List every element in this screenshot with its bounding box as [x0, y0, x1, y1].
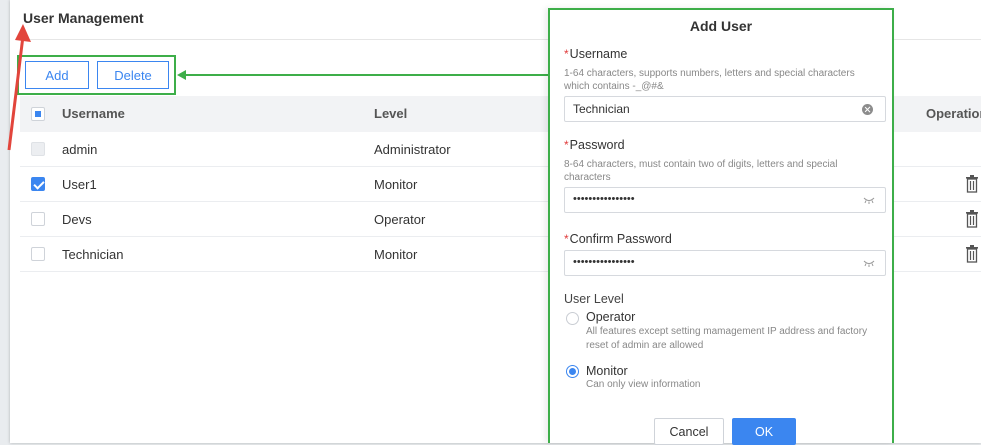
- column-header-operations: Operations: [926, 106, 981, 121]
- add-button[interactable]: Add: [25, 61, 89, 89]
- row-checkbox[interactable]: [31, 177, 45, 191]
- row-level: Monitor: [374, 177, 418, 192]
- password-value: ••••••••••••••••: [573, 193, 635, 205]
- row-username: admin: [62, 142, 98, 157]
- delete-button[interactable]: Delete: [97, 61, 169, 89]
- required-mark: *: [564, 47, 569, 61]
- dialog-title: Add User: [689, 18, 753, 34]
- monitor-option-desc: Can only view information: [586, 379, 701, 390]
- page-title: User Management: [23, 10, 144, 26]
- password-input[interactable]: ••••••••••••••••: [564, 187, 886, 213]
- user-level-label: User Level: [564, 292, 624, 306]
- clear-icon[interactable]: [862, 104, 873, 115]
- trash-icon[interactable]: [965, 175, 979, 193]
- confirm-password-value: ••••••••••••••••: [573, 256, 635, 268]
- trash-icon[interactable]: [965, 245, 979, 263]
- toolbar-highlight-box: Add Delete: [17, 55, 176, 95]
- monitor-option-title[interactable]: Monitor: [586, 364, 628, 378]
- cancel-button[interactable]: Cancel: [654, 418, 724, 445]
- password-label: *Password: [564, 138, 625, 152]
- eye-closed-icon[interactable]: [863, 259, 875, 267]
- operator-radio[interactable]: [566, 312, 579, 325]
- column-header-username[interactable]: Username: [62, 106, 125, 121]
- operator-option-desc: All features except setting mamagement I…: [586, 326, 868, 351]
- confirm-password-label: *Confirm Password: [564, 232, 672, 246]
- ok-button[interactable]: OK: [732, 418, 796, 445]
- password-hint: 8-64 characters, must contain two of dig…: [564, 159, 838, 183]
- row-checkbox[interactable]: [31, 212, 45, 226]
- row-checkbox: [31, 142, 45, 156]
- username-label: *Username: [564, 47, 628, 61]
- row-username: User1: [62, 177, 97, 192]
- column-header-level[interactable]: Level: [374, 106, 407, 121]
- username-value: Technician: [573, 102, 630, 116]
- row-level: Monitor: [374, 247, 418, 262]
- row-level: Operator: [374, 212, 426, 227]
- row-username: Technician: [62, 247, 124, 262]
- confirm-password-input[interactable]: ••••••••••••••••: [564, 250, 886, 276]
- required-mark: *: [564, 138, 569, 152]
- row-checkbox[interactable]: [31, 247, 45, 261]
- required-mark: *: [564, 232, 569, 246]
- operator-option-title[interactable]: Operator: [586, 310, 635, 324]
- username-input[interactable]: Technician: [564, 96, 886, 122]
- row-username: Devs: [62, 212, 92, 227]
- trash-icon[interactable]: [965, 210, 979, 228]
- select-all-checkbox[interactable]: [31, 107, 45, 121]
- eye-closed-icon[interactable]: [863, 196, 875, 204]
- row-level: Administrator: [374, 142, 451, 157]
- add-user-dialog: Add User *Username 1-64 characters, supp…: [548, 8, 894, 445]
- monitor-radio[interactable]: [566, 365, 579, 378]
- username-hint: 1-64 characters, supports numbers, lette…: [564, 68, 855, 92]
